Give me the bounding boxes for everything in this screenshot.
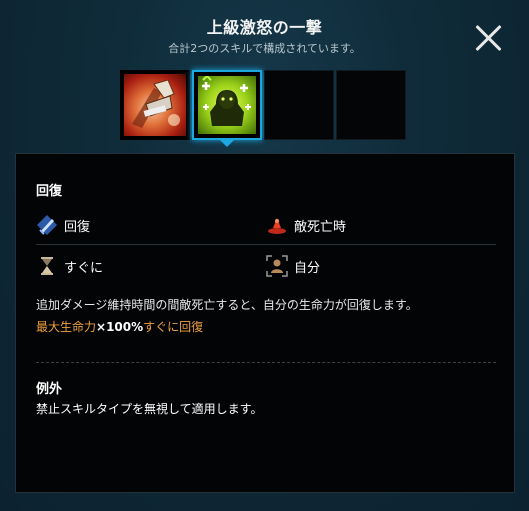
attr-timing-label: すぐに <box>64 260 104 276</box>
enemy-death-icon <box>266 214 288 236</box>
sword-icon <box>36 214 58 236</box>
green-heal-skill-icon <box>198 74 256 134</box>
attr-trigger-label: 敵死亡時 <box>294 219 347 235</box>
attr-timing: すぐに <box>36 255 103 277</box>
close-button[interactable] <box>475 24 503 52</box>
skill-slot-4 <box>336 70 406 140</box>
section-divider <box>36 362 496 363</box>
skill-effect: 最大生命力×100%すぐに回復 <box>36 318 203 335</box>
effect-prefix: 最大生命力 <box>36 320 97 334</box>
hourglass-icon <box>36 255 58 277</box>
rage-strike-skill-icon <box>124 74 186 136</box>
dialog-title: 上級激怒の一撃 <box>206 18 323 37</box>
effect-suffix: すぐに回復 <box>143 320 204 334</box>
skill-slot-1[interactable] <box>120 70 190 140</box>
skill-slot-3 <box>264 70 334 140</box>
skill-description: 追加ダメージ維持時間の間敵死亡すると、自分の生命力が回復します。 <box>36 298 418 312</box>
selected-slot-pointer <box>218 138 236 147</box>
skill-slot-bar <box>120 70 409 141</box>
exception-text: 禁止スキルタイプを無視して適用します。 <box>36 402 263 416</box>
attr-target-label: 自分 <box>294 260 321 276</box>
attr-type: 回復 <box>36 214 90 236</box>
dialog-subtitle: 合計2つのスキルで構成されています。 <box>168 42 361 55</box>
attr-target: 自分 <box>266 255 320 277</box>
effect-value: ×100% <box>96 320 144 334</box>
attr-trigger: 敵死亡時 <box>266 214 346 236</box>
exception-title: 例外 <box>36 382 63 397</box>
section-title: 回復 <box>36 184 63 199</box>
attr-type-label: 回復 <box>64 219 91 235</box>
attr-divider <box>36 244 496 245</box>
skill-detail-panel: 回復 回復 敵死亡時 すぐに 自分 追加ダメージ維持時間の間敵死亡すると、自分の… <box>15 153 515 493</box>
self-target-icon <box>266 255 288 277</box>
skill-slot-2[interactable] <box>192 70 262 140</box>
